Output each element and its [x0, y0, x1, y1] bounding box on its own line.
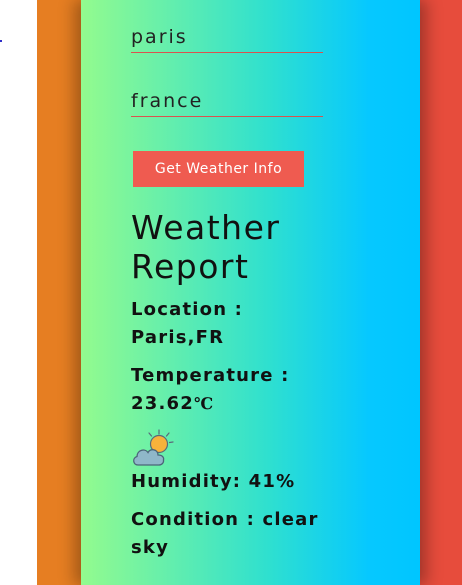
temperature-text: Temperature : 23.62℃: [131, 362, 341, 418]
stray-mark: [0, 40, 2, 42]
humidity-text: Humidity: 41%: [131, 471, 296, 492]
get-weather-button[interactable]: Get Weather Info: [133, 151, 304, 187]
report-title: Weather Report: [131, 208, 281, 286]
left-panel: [37, 0, 81, 585]
temperature-label: Temperature :: [131, 365, 290, 386]
country-input[interactable]: [131, 90, 323, 117]
weather-card: Get Weather Info Weather Report Location…: [81, 0, 420, 585]
page-frame: Get Weather Info Weather Report Location…: [37, 0, 462, 585]
temperature-value: 23.62: [131, 393, 194, 414]
temperature-unit: ℃: [193, 394, 214, 413]
city-input[interactable]: [131, 26, 323, 53]
location-text: Location : Paris,FR: [131, 299, 244, 348]
right-panel: [420, 0, 462, 585]
condition-text: Condition : clear sky: [131, 509, 319, 558]
partly-cloudy-icon: [133, 429, 174, 466]
